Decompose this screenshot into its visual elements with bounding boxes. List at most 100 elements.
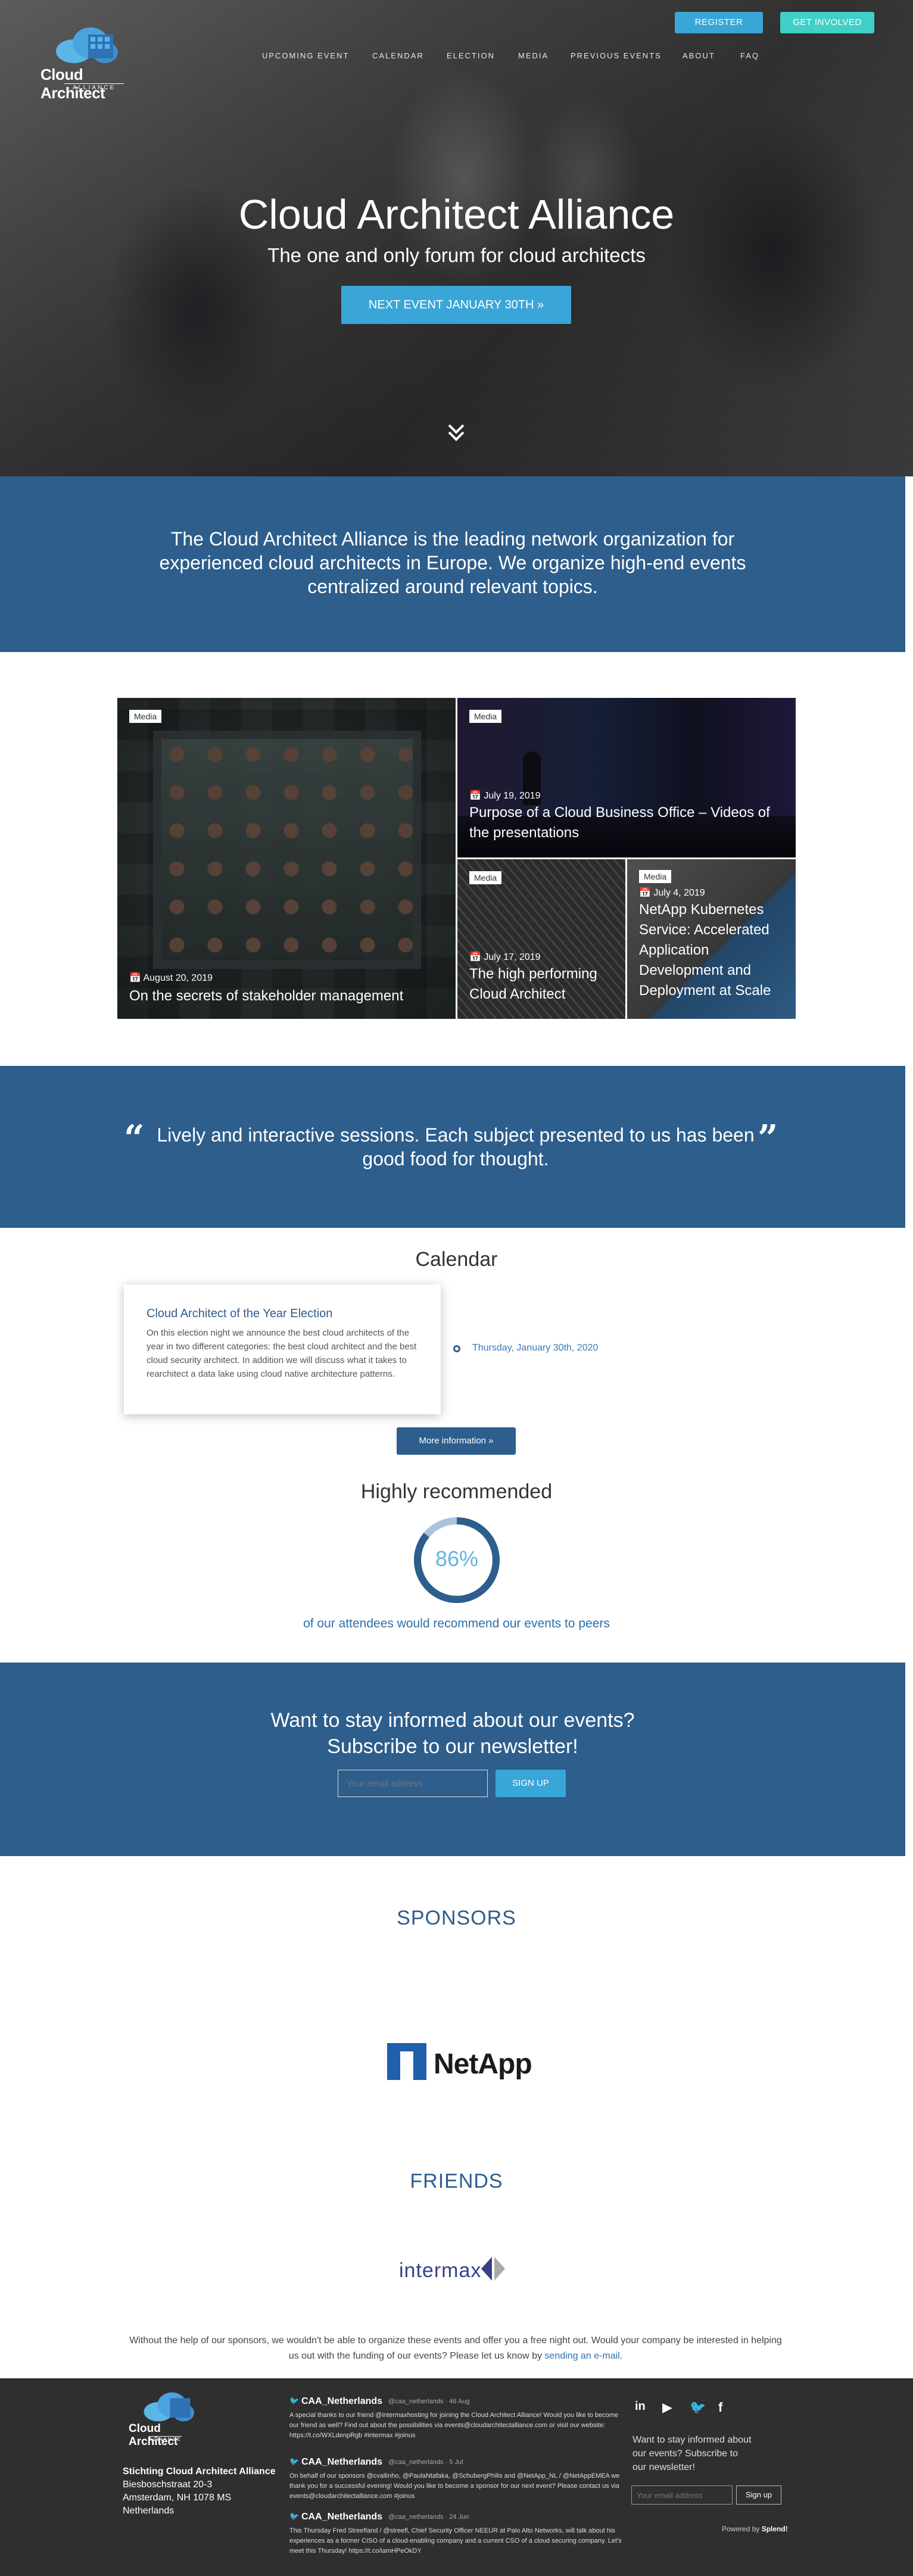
- footer: Cloud Architect ALLIANCE Stichting Cloud…: [0, 2378, 913, 2576]
- logo-subtitle: ALLIANCE: [64, 83, 124, 91]
- media-date: 📅 July 19, 2019: [469, 791, 541, 801]
- media-title[interactable]: NetApp Kubernetes Service: Accelerated A…: [639, 900, 788, 1001]
- timeline-dot-icon: [453, 1345, 460, 1352]
- main-nav: UPCOMING EVENT CALENDAR ELECTION MEDIA P…: [256, 51, 762, 66]
- powered-brand[interactable]: Splend!: [762, 2525, 788, 2533]
- media-badge: Media: [469, 871, 502, 884]
- nav-item-about[interactable]: ABOUT: [683, 51, 715, 60]
- intro-text: The Cloud Architect Alliance is the lead…: [159, 528, 746, 597]
- help-text-end: .: [619, 2351, 623, 2361]
- calendar-heading: Calendar: [415, 1248, 498, 1271]
- nav-item-previous-events[interactable]: PREVIOUS EVENTS: [571, 51, 662, 60]
- nav-item-faq[interactable]: FAQ: [740, 51, 759, 60]
- media-title[interactable]: Purpose of a Cloud Business Office – Vid…: [469, 803, 785, 843]
- address-city: Amsterdam, NH 1078 MS: [123, 2493, 232, 2503]
- quote-open-icon: “: [124, 1118, 145, 1159]
- register-button[interactable]: REGISTER: [675, 12, 763, 33]
- media-date-text: August 20, 2019: [143, 973, 213, 983]
- tweet-handle: @caa_netherlands · 24 Jun: [388, 2513, 469, 2521]
- tweet-text: On behalf of our sponsors @cvallinho, @P…: [289, 2472, 620, 2500]
- media-date-text: July 17, 2019: [484, 952, 541, 962]
- powered-prefix: Powered by: [722, 2525, 762, 2533]
- tweet-handle: @caa_netherlands · 46 Aug: [388, 2398, 470, 2405]
- media-title[interactable]: On the secrets of stakeholder management: [129, 986, 445, 1006]
- media-date: 📅 July 17, 2019: [469, 952, 541, 962]
- recommend-subtitle: of our attendees would recommend our eve…: [303, 1617, 610, 1630]
- tweet[interactable]: 🐦 CAA_Netherlands @caa_netherlands · 24 …: [289, 2512, 623, 2569]
- tile-overlay: [117, 698, 456, 1019]
- nav-item-election[interactable]: ELECTION: [447, 51, 495, 60]
- tweet-user[interactable]: CAA_Netherlands: [301, 2396, 382, 2407]
- tweet-user[interactable]: CAA_Netherlands: [301, 2457, 382, 2468]
- sponsors-heading: SPONSORS: [397, 1907, 516, 1929]
- tweet-user[interactable]: CAA_Netherlands: [301, 2512, 382, 2522]
- recommend-percent: 86%: [435, 1546, 479, 1571]
- next-event-button[interactable]: NEXT EVENT JANUARY 30TH »: [341, 286, 571, 324]
- media-badge: Media: [639, 870, 672, 883]
- twitter-social-icon[interactable]: 🐦: [690, 2400, 706, 2415]
- calendar-event-card[interactable]: Cloud Architect of the Year Election On …: [124, 1284, 441, 1414]
- media-tile-high-performing[interactable]: Media 📅 July 17, 2019 The high performin…: [457, 859, 625, 1019]
- address-street: Biesboschstraat 20-3: [123, 2480, 213, 2490]
- nav-item-media[interactable]: MEDIA: [518, 51, 549, 60]
- media-date-text: July 4, 2019: [653, 888, 705, 898]
- tweet-text: A special thanks to our friend @intermax…: [289, 2412, 619, 2439]
- newsletter-heading: Want to stay informed about our events?: [270, 1709, 635, 1732]
- help-text: Without the help of our sponsors, we wou…: [129, 2335, 782, 2361]
- event-title[interactable]: Cloud Architect of the Year Election: [147, 1307, 332, 1321]
- hero-title: Cloud Architect Alliance: [238, 191, 675, 238]
- tweet[interactable]: 🐦 CAA_Netherlands @caa_netherlands · 5 J…: [289, 2457, 623, 2510]
- media-date-text: July 19, 2019: [484, 791, 541, 801]
- double-chevron-down-icon[interactable]: [444, 420, 468, 444]
- media-tile-stakeholder[interactable]: Media 📅 August 20, 2019 On the secrets o…: [117, 698, 456, 1019]
- recommend-donut-chart: 86%: [412, 1515, 501, 1605]
- media-badge: Media: [129, 710, 162, 723]
- intermax-arrow-left-icon: [481, 2257, 492, 2281]
- facebook-icon[interactable]: f: [718, 2400, 722, 2415]
- event-date: Thursday, January 30th, 2020: [472, 1343, 599, 1353]
- intermax-wordmark: intermax: [399, 2259, 482, 2282]
- hero-section: Cloud Architect ALLIANCE REGISTER GET IN…: [0, 0, 913, 476]
- friends-heading: FRIENDS: [410, 2170, 503, 2193]
- twitter-icon: 🐦: [289, 2512, 300, 2521]
- cloud-logo-icon: [144, 2392, 195, 2422]
- hero-subtitle: The one and only forum for cloud archite…: [267, 244, 646, 266]
- recommend-heading: Highly recommended: [360, 1480, 553, 1503]
- get-involved-button[interactable]: GET INVOLVED: [780, 12, 874, 33]
- testimonial-band: “ Lively and interactive sessions. Each …: [0, 1066, 905, 1228]
- newsletter-signup-button[interactable]: SIGN UP: [496, 1770, 566, 1797]
- footer-signup-button[interactable]: Sign up: [736, 2485, 781, 2505]
- address-org: Stichting Cloud Architect Alliance: [123, 2466, 276, 2477]
- youtube-icon[interactable]: ▶: [662, 2400, 672, 2415]
- media-badge: Media: [469, 710, 502, 723]
- tweet[interactable]: 🐦 CAA_Netherlands @caa_netherlands · 46 …: [289, 2396, 623, 2450]
- nav-item-upcoming-event[interactable]: UPCOMING EVENT: [262, 51, 349, 60]
- netapp-mark-icon: [387, 2043, 426, 2080]
- intermax-logo[interactable]: intermax: [399, 2254, 518, 2282]
- footer-address: Stichting Cloud Architect Alliance Biesb…: [123, 2465, 276, 2518]
- media-tile-netapp-kubernetes[interactable]: Media 📅 July 4, 2019 NetApp Kubernetes S…: [627, 859, 796, 1019]
- linkedin-icon[interactable]: in: [635, 2400, 646, 2413]
- intermax-arrow-right-icon: [494, 2257, 505, 2281]
- newsletter-email-input[interactable]: [338, 1770, 488, 1797]
- netapp-logo[interactable]: NetApp: [387, 2043, 532, 2081]
- quote-close-icon: ”: [758, 1118, 778, 1159]
- event-description: On this election night we announce the b…: [147, 1328, 417, 1379]
- intro-band: The Cloud Architect Alliance is the lead…: [0, 476, 905, 652]
- footer-email-input[interactable]: [631, 2485, 733, 2505]
- footer-logo-title: Cloud Architect: [129, 2422, 178, 2448]
- powered-by: Powered by Splend!: [722, 2525, 788, 2533]
- site-logo[interactable]: Cloud Architect ALLIANCE: [40, 26, 142, 102]
- more-information-button[interactable]: More information »: [397, 1427, 516, 1455]
- footer-logo-subtitle: ALLIANCE: [149, 2436, 182, 2442]
- address-country: Netherlands: [123, 2506, 175, 2516]
- sponsor-help-text: Without the help of our sponsors, we wou…: [125, 2333, 786, 2364]
- media-title[interactable]: The high performing Cloud Architect: [469, 964, 618, 1005]
- netapp-wordmark: NetApp: [434, 2048, 532, 2080]
- cloud-logo-icon: [56, 27, 118, 63]
- footer-logo[interactable]: Cloud Architect ALLIANCE: [129, 2391, 208, 2448]
- nav-item-calendar[interactable]: CALENDAR: [372, 51, 424, 60]
- newsletter-band: Want to stay informed about our events? …: [0, 1663, 905, 1856]
- send-email-link[interactable]: sending an e-mail: [544, 2351, 619, 2361]
- media-tile-cloud-business-office[interactable]: Media 📅 July 19, 2019 Purpose of a Cloud…: [457, 698, 796, 857]
